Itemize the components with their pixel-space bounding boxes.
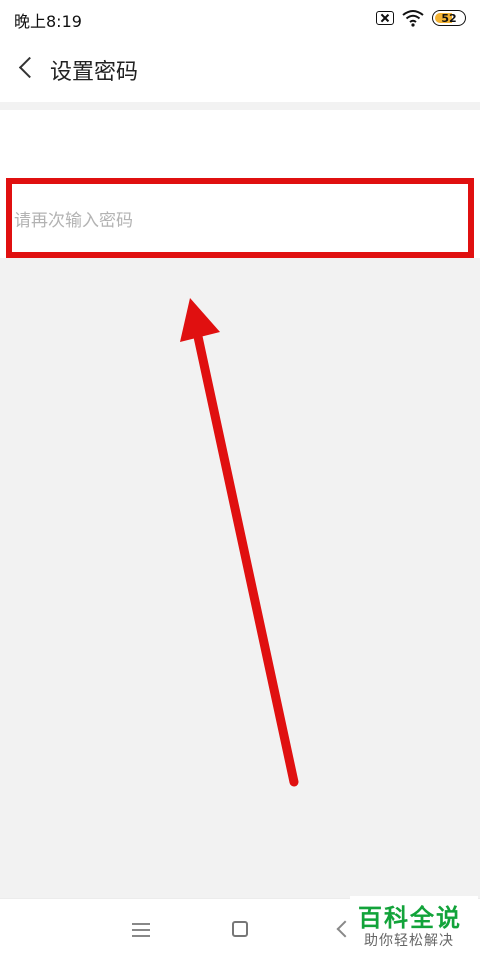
back-button[interactable] bbox=[14, 56, 38, 82]
status-bar: 晚上8:19 52 bbox=[0, 0, 480, 36]
page-title: 设置密码 bbox=[50, 60, 139, 85]
menu-icon[interactable] bbox=[132, 923, 150, 937]
battery-level: 52 bbox=[441, 11, 457, 25]
wifi-icon bbox=[402, 10, 424, 27]
sim-off-icon bbox=[376, 11, 394, 25]
watermark-title: 百科全说 bbox=[358, 904, 462, 932]
watermark-logo: 百科全说 助你轻松解决 bbox=[350, 896, 478, 958]
back-icon[interactable] bbox=[334, 919, 348, 939]
screen: 晚上8:19 52 设置密码 百科全说 助你轻松解决 bbox=[0, 0, 480, 960]
password-card bbox=[0, 110, 480, 180]
watermark-subtitle: 助你轻松解决 bbox=[364, 933, 454, 949]
battery-icon: 52 bbox=[432, 10, 466, 26]
header: 设置密码 bbox=[0, 36, 480, 102]
highlight-box bbox=[6, 178, 474, 258]
home-icon[interactable] bbox=[232, 921, 248, 937]
status-time: 晚上8:19 bbox=[14, 12, 82, 31]
status-icons: 52 bbox=[376, 8, 466, 28]
